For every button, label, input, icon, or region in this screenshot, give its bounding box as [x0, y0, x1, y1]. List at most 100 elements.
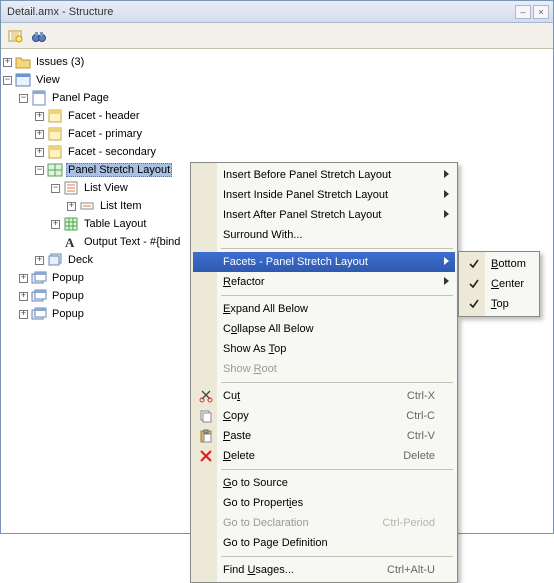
svg-text:A: A	[65, 235, 75, 249]
menu-insert-inside[interactable]: Insert Inside Panel Stretch Layout	[193, 185, 455, 205]
minimize-button[interactable]: –	[515, 5, 531, 19]
menu-label: Expand All Below	[223, 303, 435, 315]
tree-node-panel-page[interactable]: − Panel Page	[3, 89, 551, 107]
submenu-arrow-icon	[444, 190, 449, 198]
submenu-center[interactable]: Center	[461, 274, 537, 294]
expander-icon[interactable]: +	[35, 130, 44, 139]
menu-paste[interactable]: Paste Ctrl-V	[193, 426, 455, 446]
menu-label: Insert After Panel Stretch Layout	[223, 209, 435, 221]
tree-label: Panel Page	[50, 91, 111, 105]
menu-shortcut: Ctrl-V	[407, 430, 435, 442]
tree-label: Facet - secondary	[66, 145, 158, 159]
menu-label: Paste	[223, 430, 383, 442]
menu-find-usages[interactable]: Find Usages... Ctrl+Alt-U	[193, 560, 455, 580]
submenu-arrow-icon	[444, 277, 449, 285]
expander-icon[interactable]: −	[19, 94, 28, 103]
menu-go-to-source[interactable]: Go to Source	[193, 473, 455, 493]
window-title: Detail.amx - Structure	[5, 6, 513, 18]
tree-label: Popup	[50, 271, 86, 285]
menu-go-to-declaration: Go to Declaration Ctrl-Period	[193, 513, 455, 533]
freeze-icon[interactable]	[5, 26, 25, 46]
menu-collapse-all[interactable]: Collapse All Below	[193, 319, 455, 339]
menu-expand-all[interactable]: Expand All Below	[193, 299, 455, 319]
expander-icon[interactable]: −	[3, 76, 12, 85]
menu-shortcut: Delete	[403, 450, 435, 462]
menu-label: Show As Top	[223, 343, 435, 355]
submenu-label: Center	[491, 278, 524, 290]
menu-separator	[221, 556, 453, 557]
expander-icon[interactable]: +	[19, 292, 28, 301]
menu-show-root: Show Root	[193, 359, 455, 379]
expander-icon[interactable]: +	[35, 256, 44, 265]
folder-icon	[15, 54, 31, 70]
submenu-label: Top	[491, 298, 509, 310]
menu-label: Insert Inside Panel Stretch Layout	[223, 189, 435, 201]
menu-refactor[interactable]: Refactor	[193, 272, 455, 292]
menu-go-to-properties[interactable]: Go to Properties	[193, 493, 455, 513]
tree-node-facet-header[interactable]: + Facet - header	[3, 107, 551, 125]
menu-label: Facets - Panel Stretch Layout	[223, 256, 435, 268]
menu-label: Surround With...	[223, 229, 435, 241]
tree-label: Deck	[66, 253, 95, 267]
text-icon: A	[63, 234, 79, 250]
expander-icon[interactable]: +	[3, 58, 12, 67]
submenu-arrow-icon	[444, 210, 449, 218]
submenu-label: Bottom	[491, 258, 526, 270]
tree-label: Issues (3)	[34, 55, 86, 69]
menu-label: Refactor	[223, 276, 435, 288]
check-icon	[468, 278, 480, 290]
submenu-arrow-icon	[444, 257, 449, 265]
layout-icon	[47, 162, 63, 178]
expander-icon[interactable]: −	[35, 166, 44, 175]
tree-node-view[interactable]: − View	[3, 71, 551, 89]
expander-icon[interactable]: +	[35, 148, 44, 157]
menu-label: Go to Page Definition	[223, 537, 435, 549]
tree-node-facet-primary[interactable]: + Facet - primary	[3, 125, 551, 143]
deck-icon	[47, 252, 63, 268]
menu-insert-after[interactable]: Insert After Panel Stretch Layout	[193, 205, 455, 225]
tree-label: List View	[82, 181, 130, 195]
menu-delete[interactable]: Delete Delete	[193, 446, 455, 466]
binoculars-icon[interactable]	[29, 26, 49, 46]
menu-cut[interactable]: Cut Ctrl-X	[193, 386, 455, 406]
menu-label: Go to Declaration	[223, 517, 358, 529]
tree-label-selected: Panel Stretch Layout	[66, 163, 172, 177]
expander-icon[interactable]: −	[51, 184, 60, 193]
expander-icon[interactable]: +	[35, 112, 44, 121]
toolbar	[1, 23, 553, 49]
expander-icon[interactable]: +	[19, 310, 28, 319]
cut-icon	[198, 388, 214, 404]
menu-facets[interactable]: Facets - Panel Stretch Layout	[193, 252, 455, 272]
facet-icon	[47, 108, 63, 124]
menu-show-as-top[interactable]: Show As Top	[193, 339, 455, 359]
menu-insert-before[interactable]: Insert Before Panel Stretch Layout	[193, 165, 455, 185]
tree-node-facet-secondary[interactable]: + Facet - secondary	[3, 143, 551, 161]
expander-icon[interactable]: +	[19, 274, 28, 283]
expander-icon[interactable]: +	[51, 220, 60, 229]
tree-label: Popup	[50, 307, 86, 321]
menu-label: Copy	[223, 410, 382, 422]
tree-label: Table Layout	[82, 217, 148, 231]
submenu-top[interactable]: Top	[461, 294, 537, 314]
close-button[interactable]: ×	[533, 5, 549, 19]
tree-node-issues[interactable]: + Issues (3)	[3, 53, 551, 71]
menu-label: Show Root	[223, 363, 435, 375]
list-item-icon	[79, 198, 95, 214]
menu-surround-with[interactable]: Surround With...	[193, 225, 455, 245]
submenu-arrow-icon	[444, 170, 449, 178]
menu-shortcut: Ctrl+Alt-U	[387, 564, 435, 576]
menu-label: Cut	[223, 390, 383, 402]
menu-label: Go to Source	[223, 477, 435, 489]
table-icon	[63, 216, 79, 232]
menu-shortcut: Ctrl-C	[406, 410, 435, 422]
context-menu: Insert Before Panel Stretch Layout Inser…	[190, 162, 458, 583]
popup-icon	[31, 288, 47, 304]
menu-go-to-page-definition[interactable]: Go to Page Definition	[193, 533, 455, 553]
expander-icon[interactable]: +	[67, 202, 76, 211]
submenu-bottom[interactable]: Bottom	[461, 254, 537, 274]
menu-copy[interactable]: Copy Ctrl-C	[193, 406, 455, 426]
menu-label: Delete	[223, 450, 379, 462]
facets-submenu: Bottom Center Top	[458, 251, 540, 317]
facet-icon	[47, 126, 63, 142]
view-icon	[15, 72, 31, 88]
